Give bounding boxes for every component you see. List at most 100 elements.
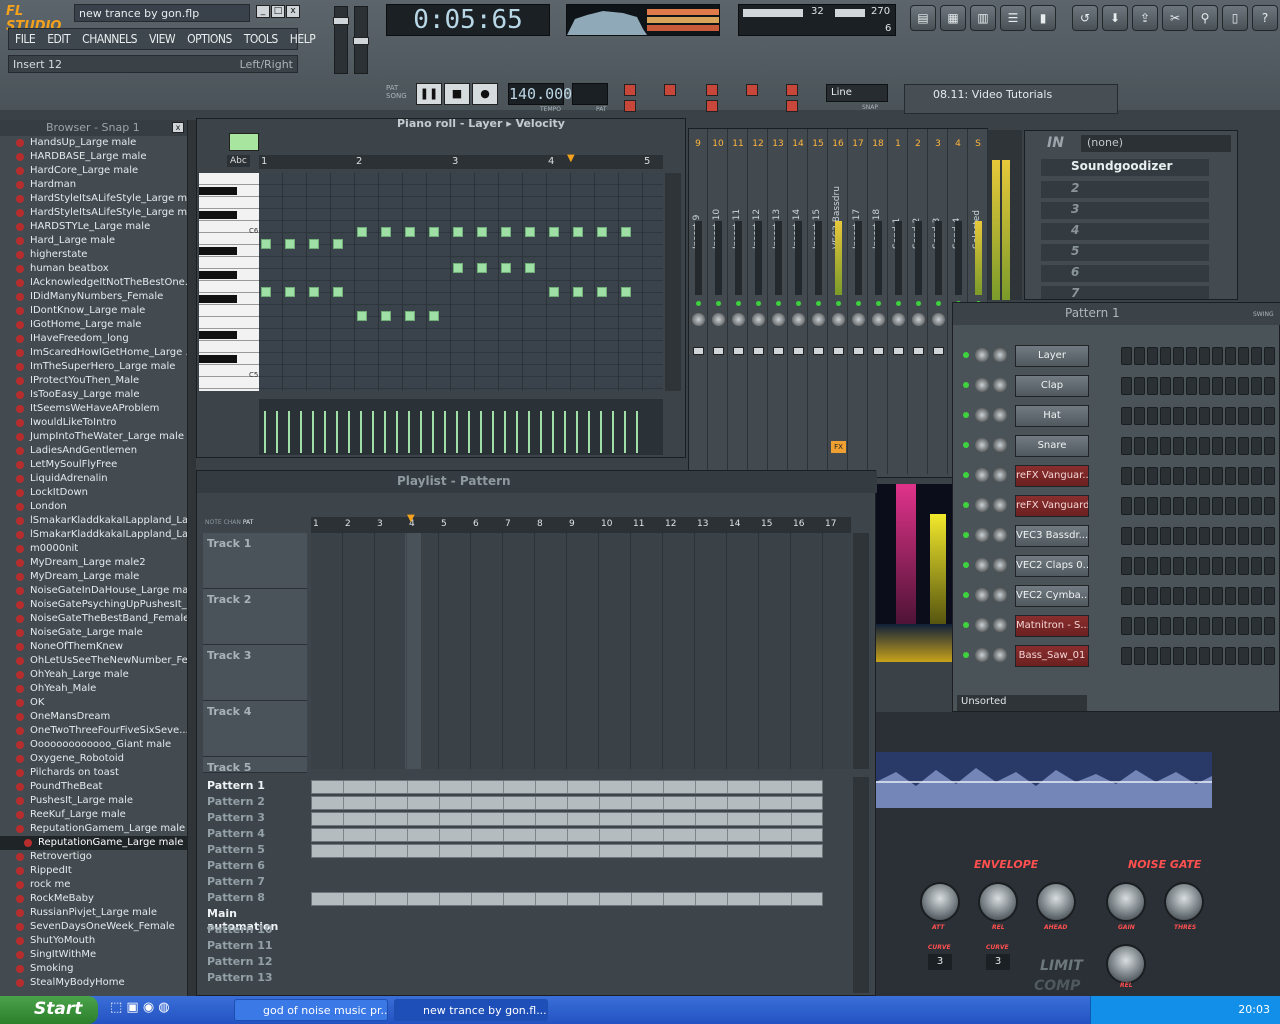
pattern-clips[interactable] [311,844,823,858]
step-row[interactable] [1121,527,1280,545]
browser-item[interactable]: SingItWithMe [0,948,187,962]
help-icon[interactable]: ? [1252,5,1278,31]
pattern-clips[interactable] [311,812,823,826]
menu-view[interactable]: VIEW [143,29,181,49]
playlist-vscroll[interactable] [853,533,869,769]
browser-item[interactable]: LadiesAndGentlemen [0,444,187,458]
mute-led[interactable] [876,301,881,306]
gate-release-knob[interactable] [1106,944,1146,984]
mute-led[interactable] [776,301,781,306]
browser-item[interactable]: LiquidAdrenalin [0,472,187,486]
browser-item[interactable]: Oxygene_Robotoid [0,752,187,766]
note[interactable] [285,239,295,249]
menu-channels[interactable]: CHANNELS [76,29,143,49]
mixer-channel[interactable]: 1Send 1 [889,129,908,474]
note[interactable] [525,263,535,273]
channel-volume-knob[interactable] [993,558,1007,572]
playlist-track-header[interactable]: Track 3 [203,645,307,701]
note[interactable] [525,227,535,237]
pattern-clips[interactable] [311,892,823,906]
channel-pan-knob[interactable] [975,348,989,362]
browser-item[interactable]: human beatbox [0,262,187,276]
step-row[interactable] [1121,587,1280,605]
release-knob[interactable] [978,882,1018,922]
browser-item[interactable]: MyDream_Large male [0,570,187,584]
volume-fader[interactable] [733,347,744,355]
browser-item[interactable]: Hard_Large male [0,234,187,248]
pattern-row-label[interactable]: Pattern 2 [205,795,305,811]
channel-button[interactable]: VEC3 Bassdr... [1015,525,1089,547]
note[interactable] [429,227,439,237]
note[interactable] [453,263,463,273]
step-row[interactable] [1121,467,1280,485]
pan-knob[interactable] [852,313,865,326]
browser-item[interactable]: SevenDaysOneWeek_Female [0,920,187,934]
browser-item[interactable]: RussianPivjet_Large male [0,906,187,920]
note[interactable] [549,227,559,237]
pan-knob[interactable] [912,313,925,326]
channel-pan-knob[interactable] [975,528,989,542]
note[interactable] [453,227,463,237]
wait-toggle[interactable] [664,84,676,96]
cut-icon[interactable]: ✂ [1162,5,1188,31]
channel-volume-knob[interactable] [993,588,1007,602]
fx-slot-7[interactable]: 7 [1041,286,1209,300]
browser-item[interactable]: OhYeah_Large male [0,668,187,682]
note[interactable] [429,311,439,321]
step-row[interactable] [1121,347,1280,365]
filter-select[interactable]: Unsorted [957,695,1087,711]
step-row[interactable] [1121,497,1280,515]
mixer-channel[interactable]: 14Insert 14 [789,129,808,474]
browser-item[interactable]: m0000nit [0,542,187,556]
channel-mute-led[interactable] [963,352,969,358]
master-volume-slider[interactable] [333,6,349,74]
mixer-channel[interactable]: 2Send 2 [909,129,928,474]
volume-fader[interactable] [693,347,704,355]
browser-item[interactable]: Ooooooooooooo_Giant male [0,738,187,752]
browser-item[interactable]: rock me [0,878,187,892]
playlist-track-header[interactable]: Track 5 [203,757,307,774]
channel-mute-led[interactable] [963,592,969,598]
note[interactable] [501,263,511,273]
channel-button[interactable]: Matnitron - S... [1015,615,1089,637]
playlist-timeline[interactable]: 1 2 3 4 5 6 7 8 9 10 11 12 13 14 15 16 17 ▼ [311,513,851,533]
step-row[interactable] [1121,557,1280,575]
channel-pan-knob[interactable] [975,648,989,662]
browser-item[interactable]: IwouldLikeToIntro [0,416,187,430]
browser-item[interactable]: OneMansDream [0,710,187,724]
taskbar-item-browser[interactable]: god of noise music pr... [234,999,388,1021]
mixer-channel[interactable]: 17Insert 17 [849,129,868,474]
mixer-channel[interactable]: 18Insert 18 [869,129,888,474]
pan-knob[interactable] [732,313,745,326]
browser-item[interactable]: IProtectYouThen_Male [0,374,187,388]
draw-tool-icon[interactable] [229,133,259,151]
limit-button[interactable]: LIMIT [1040,958,1083,974]
blend-toggle[interactable] [746,84,758,96]
close-button[interactable]: x [286,5,300,18]
volume-fader[interactable] [893,347,904,355]
pattern-clips[interactable] [311,828,823,842]
step-edit-toggle[interactable] [624,100,636,112]
browser-item[interactable]: IsTooEasy_Large male [0,388,187,402]
channel-volume-knob[interactable] [993,348,1007,362]
browser-item[interactable]: ReputationGamem_Large male [0,822,187,836]
pattern-clips[interactable] [311,796,823,810]
browser-item[interactable]: MyDream_Large male2 [0,556,187,570]
channel-mute-led[interactable] [963,622,969,628]
channel-mute-led[interactable] [963,472,969,478]
curve-1-value[interactable]: 3 [928,954,952,970]
playlist-track-header[interactable]: Track 4 [203,701,307,757]
metronome-toggle[interactable] [624,84,636,96]
note[interactable] [621,287,631,297]
volume-fader[interactable] [853,347,864,355]
browser-item[interactable]: IDontKnow_Large male [0,304,187,318]
playhead-marker-icon[interactable]: ▼ [407,513,415,524]
step-row[interactable] [1121,377,1280,395]
menu-file[interactable]: FILE [9,29,41,49]
browser-item[interactable]: RockMeBaby [0,892,187,906]
threshold-knob[interactable] [1164,882,1204,922]
pattern-row-label[interactable]: Pattern 8 [205,891,305,907]
browser-item[interactable]: HardStyleItsALifeStyle_Large male [0,206,187,220]
pattern-row-label[interactable]: Pattern 7 [205,875,305,891]
browser-item[interactable]: ImScaredHowIGetHome_Large ... [0,346,187,360]
